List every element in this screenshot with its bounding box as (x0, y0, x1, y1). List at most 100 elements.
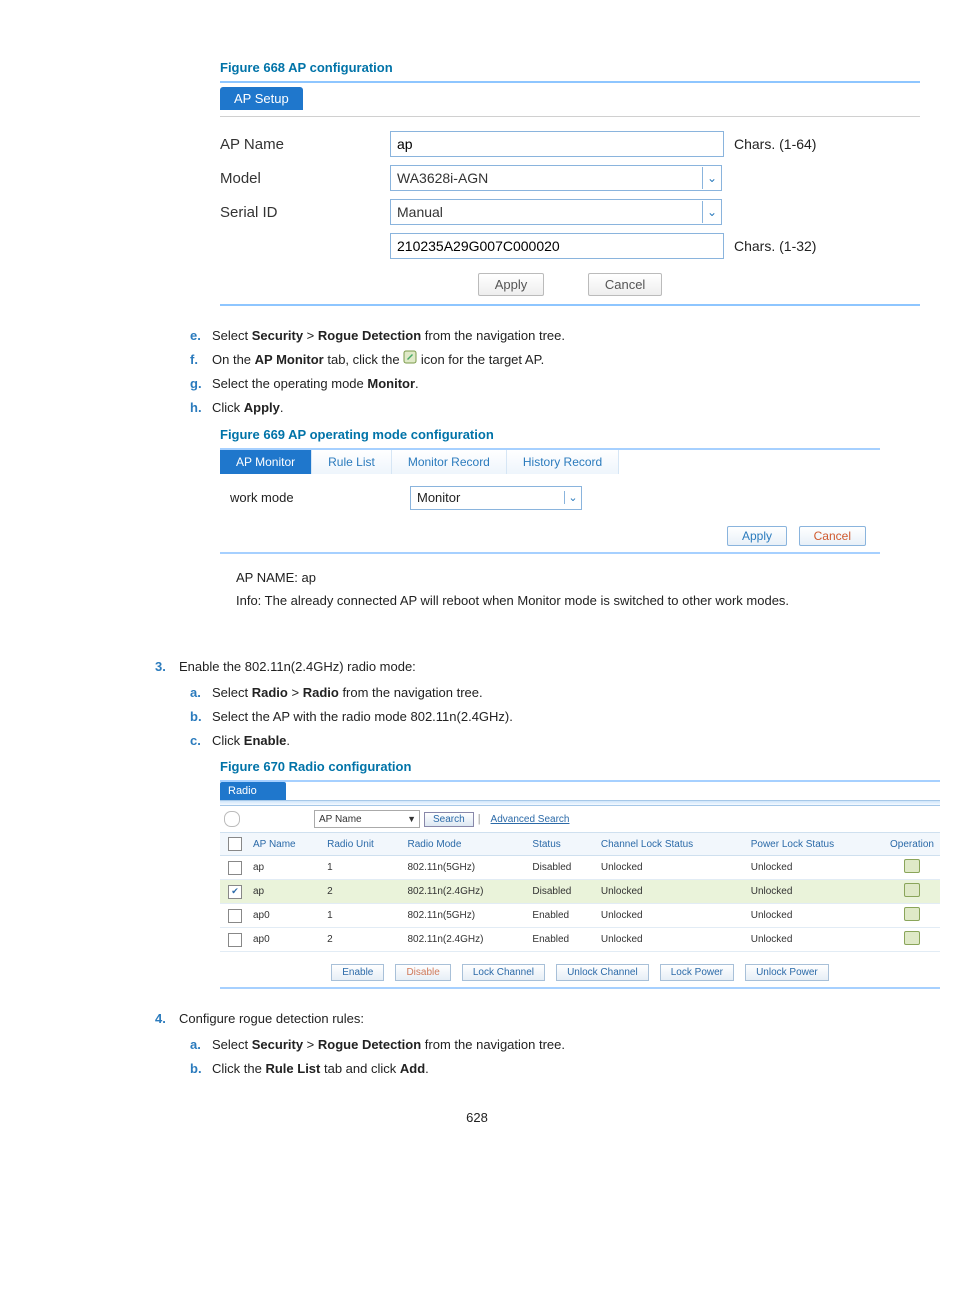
col-operation: Operation (884, 833, 940, 856)
cell-power-lock: Unlocked (748, 880, 884, 904)
fig668-caption: Figure 668 AP configuration (220, 60, 864, 75)
cell-power-lock: Unlocked (748, 856, 884, 880)
edit-icon[interactable] (904, 859, 920, 873)
edit-icon[interactable] (904, 931, 920, 945)
row-checkbox[interactable] (228, 861, 242, 875)
cell-ap-name: ap0 (250, 928, 324, 952)
row-checkbox[interactable] (228, 885, 242, 899)
col-check[interactable] (220, 833, 250, 856)
lock-channel-button[interactable]: Lock Channel (462, 964, 545, 981)
search-icon (224, 811, 240, 827)
page-number: 628 (90, 1110, 864, 1125)
col-ap-name[interactable]: AP Name (250, 833, 324, 856)
step-f: f.On the AP Monitor tab, click the icon … (190, 350, 864, 370)
cell-status: Enabled (529, 928, 597, 952)
enable-button[interactable]: Enable (331, 964, 384, 981)
tab-bar: AP Monitor Rule List Monitor Record Hist… (220, 450, 880, 474)
select-work-mode[interactable]: Monitor ⌄ (410, 486, 582, 510)
step-4: 4.Configure rogue detection rules: (155, 1009, 864, 1029)
edit-icon[interactable] (904, 907, 920, 921)
unlock-channel-button[interactable]: Unlock Channel (556, 964, 649, 981)
cell-radio-mode: 802.11n(2.4GHz) (404, 880, 529, 904)
label-work-mode: work mode (230, 490, 410, 505)
lock-power-button[interactable]: Lock Power (660, 964, 734, 981)
cell-radio-unit: 1 (324, 856, 404, 880)
cell-ap-name: ap (250, 856, 324, 880)
tab-ap-monitor[interactable]: AP Monitor (220, 450, 312, 474)
cancel-button[interactable]: Cancel (799, 526, 866, 546)
unlock-power-button[interactable]: Unlock Power (745, 964, 829, 981)
cell-power-lock: Unlocked (748, 928, 884, 952)
fig670-panel: Radio AP Name▼ Search | Advanced Search … (220, 780, 940, 989)
select-model[interactable]: WA3628i-AGN ⌄ (390, 165, 722, 191)
cell-radio-unit: 2 (324, 928, 404, 952)
tab-radio[interactable]: Radio (220, 782, 286, 800)
cell-radio-mode: 802.11n(2.4GHz) (404, 928, 529, 952)
step-e: e.Select Security > Rogue Detection from… (190, 326, 864, 346)
disable-button[interactable]: Disable (395, 964, 450, 981)
step-g: g.Select the operating mode Monitor. (190, 374, 864, 394)
table-row[interactable]: ap01802.11n(5GHz)EnabledUnlockedUnlocked (220, 904, 940, 928)
label-model: Model (220, 170, 390, 187)
col-radio-mode[interactable]: Radio Mode (404, 833, 529, 856)
label-serial-id: Serial ID (220, 204, 390, 221)
step-3b: b.Select the AP with the radio mode 802.… (190, 707, 864, 727)
tab-monitor-record[interactable]: Monitor Record (392, 450, 507, 474)
table-row[interactable]: ap2802.11n(2.4GHz)DisabledUnlockedUnlock… (220, 880, 940, 904)
step-3: 3.Enable the 802.11n(2.4GHz) radio mode: (155, 657, 864, 677)
edit-icon[interactable] (904, 883, 920, 897)
cell-status: Disabled (529, 880, 597, 904)
cell-channel-lock: Unlocked (598, 880, 748, 904)
col-power-lock[interactable]: Power Lock Status (748, 833, 884, 856)
col-radio-unit[interactable]: Radio Unit (324, 833, 404, 856)
row-checkbox[interactable] (228, 933, 242, 947)
table-buttons: Enable Disable Lock Channel Unlock Chann… (220, 952, 940, 985)
cell-ap-name: ap (250, 880, 324, 904)
apply-button[interactable]: Apply (478, 273, 545, 296)
fig668-panel: AP Setup AP Name Chars. (1-64) Model WA3… (220, 81, 920, 306)
tab-ap-setup[interactable]: AP Setup (220, 87, 303, 110)
input-serial-id[interactable] (390, 233, 724, 259)
col-channel-lock[interactable]: Channel Lock Status (598, 833, 748, 856)
fig669-ap-name: AP NAME: ap (236, 568, 864, 588)
edit-icon (403, 350, 417, 364)
tab-history-record[interactable]: History Record (507, 450, 619, 474)
fig670-caption: Figure 670 Radio configuration (220, 759, 864, 774)
apply-button[interactable]: Apply (727, 526, 787, 546)
cell-channel-lock: Unlocked (598, 928, 748, 952)
row-checkbox[interactable] (228, 909, 242, 923)
fig669-caption: Figure 669 AP operating mode configurati… (220, 427, 864, 442)
step-3c: c.Click Enable. (190, 731, 864, 751)
search-button[interactable]: Search (424, 812, 474, 827)
fig669-panel: AP Monitor Rule List Monitor Record Hist… (220, 448, 880, 554)
cell-radio-unit: 2 (324, 880, 404, 904)
cancel-button[interactable]: Cancel (588, 273, 662, 296)
cell-radio-mode: 802.11n(5GHz) (404, 904, 529, 928)
cell-status: Enabled (529, 904, 597, 928)
fig669-info: Info: The already connected AP will rebo… (236, 591, 864, 611)
cell-radio-mode: 802.11n(5GHz) (404, 856, 529, 880)
chevron-down-icon: ⌄ (702, 167, 721, 189)
cell-ap-name: ap0 (250, 904, 324, 928)
select-serial-mode[interactable]: Manual ⌄ (390, 199, 722, 225)
chevron-down-icon: ⌄ (702, 201, 721, 223)
step-3a: a.Select Radio > Radio from the navigati… (190, 683, 864, 703)
table-row[interactable]: ap1802.11n(5GHz)DisabledUnlockedUnlocked (220, 856, 940, 880)
tab-rule-list[interactable]: Rule List (312, 450, 392, 474)
cell-power-lock: Unlocked (748, 904, 884, 928)
step-4b: b.Click the Rule List tab and click Add. (190, 1059, 864, 1079)
label-ap-name: AP Name (220, 136, 390, 153)
search-field-select[interactable]: AP Name▼ (314, 810, 420, 828)
table-row[interactable]: ap02802.11n(2.4GHz)EnabledUnlockedUnlock… (220, 928, 940, 952)
chevron-down-icon: ⌄ (564, 491, 581, 504)
cell-channel-lock: Unlocked (598, 856, 748, 880)
radio-table: AP Name Radio Unit Radio Mode Status Cha… (220, 833, 940, 952)
cell-status: Disabled (529, 856, 597, 880)
col-status[interactable]: Status (529, 833, 597, 856)
chevron-down-icon: ▼ (404, 814, 419, 824)
input-ap-name[interactable] (390, 131, 724, 157)
advanced-search-link[interactable]: Advanced Search (491, 814, 570, 825)
hint-ap-name: Chars. (1-64) (734, 136, 816, 152)
step-4a: a.Select Security > Rogue Detection from… (190, 1035, 864, 1055)
cell-channel-lock: Unlocked (598, 904, 748, 928)
